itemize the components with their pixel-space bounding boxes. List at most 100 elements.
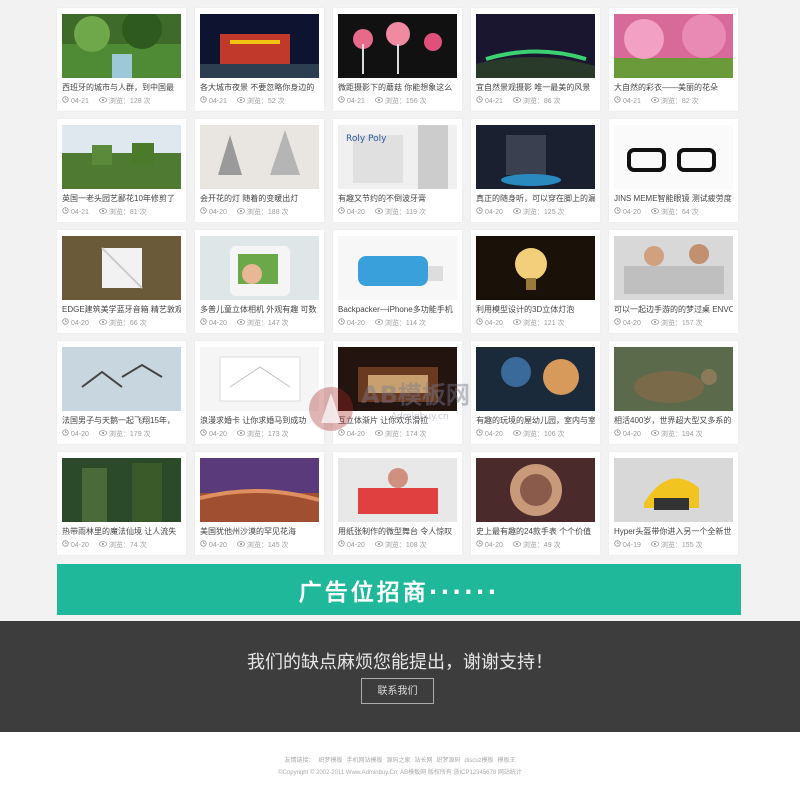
article-title[interactable]: 美国犹他州沙漠的罕见花海: [200, 527, 319, 537]
article-title[interactable]: EDGE建筑美学蓝牙音箱 精艺敦观: [62, 305, 181, 315]
article-card[interactable]: 法国男子与天鹅一起飞翔15年， 04-20 浏览：179 次: [57, 341, 186, 444]
article-title[interactable]: 互立体渐片 让你欢乐滑拉: [338, 416, 457, 426]
article-card[interactable]: 会开花的灯 随着的变暖出灯 04-20 浏览：188 次: [195, 119, 324, 222]
article-thumbnail[interactable]: [200, 458, 319, 522]
article-thumbnail[interactable]: [62, 458, 181, 522]
article-card[interactable]: 热带雨林里的魔法仙境 让人流失 04-20 浏览：74 次: [57, 452, 186, 555]
article-card[interactable]: 相活400岁，世界超大型又多系的 04-20 浏览：194 次: [609, 341, 738, 444]
article-card[interactable]: 大自然的彩衣——美丽的花朵 04-21 浏览：82 次: [609, 8, 738, 111]
article-thumbnail[interactable]: [614, 14, 733, 78]
friend-link[interactable]: 模板王: [498, 758, 516, 764]
article-card[interactable]: 英国一老头园艺鄙花10年修剪了 04-21 浏览：81 次: [57, 119, 186, 222]
article-thumbnail[interactable]: [614, 125, 733, 189]
eye-icon: [374, 97, 383, 106]
article-thumbnail[interactable]: [200, 236, 319, 300]
article-title[interactable]: 浪漫求婚卡 让你求婚马到成功: [200, 416, 319, 426]
article-title[interactable]: 西班牙的城市与人群，到中国最: [62, 83, 181, 93]
article-meta: 04-20 浏览：64 次: [614, 207, 734, 217]
article-title[interactable]: 用纸张制作的微型舞台 令人惊叹: [338, 527, 457, 537]
article-card[interactable]: 互立体渐片 让你欢乐滑拉 04-20 浏览：174 次: [333, 341, 462, 444]
article-card[interactable]: 宜自然景观摄影 唯一最美的风景 04-21 浏览：86 次: [471, 8, 600, 111]
article-card[interactable]: 浪漫求婚卡 让你求婚马到成功 04-20 浏览：173 次: [195, 341, 324, 444]
article-title[interactable]: 有趣的玩境的屋幼儿园，室内与室: [476, 416, 595, 426]
article-card[interactable]: 史上最有趣的24款手表 个个价值 04-20 浏览：49 次: [471, 452, 600, 555]
article-card[interactable]: EDGE建筑美学蓝牙音箱 精艺敦观 04-20 浏览：66 次: [57, 230, 186, 333]
article-title[interactable]: Backpacker—iPhone多功能手机: [338, 305, 457, 315]
article-views: 浏览：125 次: [522, 209, 565, 216]
article-meta: 04-20 浏览：108 次: [338, 540, 458, 550]
friend-link[interactable]: discuz模板: [465, 758, 494, 764]
article-card[interactable]: 用纸张制作的微型舞台 令人惊叹 04-20 浏览：108 次: [333, 452, 462, 555]
article-title[interactable]: 宜自然景观摄影 唯一最美的风景: [476, 83, 595, 93]
article-thumbnail[interactable]: [62, 236, 181, 300]
friend-link[interactable]: 源码之家: [386, 758, 410, 764]
article-card[interactable]: 各大城市夜景 不要忽略你身边的 04-21 浏览：52 次: [195, 8, 324, 111]
article-card[interactable]: 真正的随身听，可以穿在脚上的漏 04-20 浏览：125 次: [471, 119, 600, 222]
article-views: 浏览：119 次: [384, 209, 427, 216]
clock-icon: [200, 96, 207, 106]
friend-link[interactable]: 织梦模板: [318, 758, 342, 764]
friend-link[interactable]: 手机网站模板: [346, 758, 382, 764]
article-thumbnail[interactable]: [338, 347, 457, 411]
article-thumbnail[interactable]: [476, 236, 595, 300]
article-thumbnail[interactable]: [62, 125, 181, 189]
article-title[interactable]: 可以一起边手游的的梦过桌 ENVO: [614, 305, 733, 315]
eye-icon: [512, 430, 521, 439]
article-thumbnail[interactable]: [614, 347, 733, 411]
contact-us-button[interactable]: 联系我们: [361, 678, 434, 704]
article-title[interactable]: JINS MEME智能眼镜 测试疲劳度: [614, 194, 733, 204]
article-title[interactable]: 相活400岁，世界超大型又多系的: [614, 416, 733, 426]
article-title[interactable]: 微距摄影下的蘑菇 你能想象这么: [338, 83, 457, 93]
article-title[interactable]: 史上最有趣的24款手表 个个价值: [476, 527, 595, 537]
svg-text:Roly Poly: Roly Poly: [346, 134, 387, 144]
friend-link[interactable]: 织梦源码: [437, 758, 461, 764]
article-title[interactable]: 各大城市夜景 不要忽略你身边的: [200, 83, 319, 93]
article-card[interactable]: 有趣的玩境的屋幼儿园，室内与室 04-20 浏览：106 次: [471, 341, 600, 444]
article-card[interactable]: 利用模型设计的3D立体灯泡 04-20 浏览：121 次: [471, 230, 600, 333]
article-title[interactable]: 有趣又节约的不倒波牙膏: [338, 194, 457, 204]
eye-icon: [98, 430, 107, 439]
article-views: 浏览：82 次: [660, 98, 699, 105]
article-thumbnail[interactable]: [338, 236, 457, 300]
footer-feedback: 我们的缺点麻烦您能提出，谢谢支持！ 联系我们: [0, 621, 800, 732]
article-thumbnail[interactable]: [338, 14, 457, 78]
friend-link[interactable]: 站长网: [415, 758, 433, 764]
article-meta: 04-20 浏览：119 次: [338, 207, 458, 217]
article-thumbnail[interactable]: [476, 347, 595, 411]
article-card[interactable]: 多普儿童立体相机 外观有趣 可数 04-20 浏览：147 次: [195, 230, 324, 333]
article-thumbnail[interactable]: [200, 347, 319, 411]
article-title[interactable]: 英国一老头园艺鄙花10年修剪了: [62, 194, 181, 204]
article-title[interactable]: 会开花的灯 随着的变暖出灯: [200, 194, 319, 204]
article-views: 浏览：156 次: [384, 98, 427, 105]
article-title[interactable]: 利用模型设计的3D立体灯泡: [476, 305, 595, 315]
article-card[interactable]: 微距摄影下的蘑菇 你能想象这么 04-21 浏览：156 次: [333, 8, 462, 111]
article-thumbnail[interactable]: [200, 125, 319, 189]
article-title[interactable]: 大自然的彩衣——美丽的花朵: [614, 83, 733, 93]
article-thumbnail[interactable]: [62, 14, 181, 78]
clock-icon: [614, 96, 621, 106]
article-date: 04-21: [623, 98, 641, 105]
article-title[interactable]: Hyper头盔带你进入另一个全新世: [614, 527, 733, 537]
article-thumbnail[interactable]: Roly Poly: [338, 125, 457, 189]
article-card[interactable]: Roly Poly 有趣又节约的不倒波牙膏 04-20 浏览：119 次: [333, 119, 462, 222]
article-thumbnail[interactable]: [338, 458, 457, 522]
article-title[interactable]: 法国男子与天鹅一起飞翔15年，: [62, 416, 181, 426]
article-card[interactable]: 美国犹他州沙漠的罕见花海 04-20 浏览：145 次: [195, 452, 324, 555]
article-card[interactable]: JINS MEME智能眼镜 测试疲劳度 04-20 浏览：64 次: [609, 119, 738, 222]
article-thumbnail[interactable]: [476, 14, 595, 78]
article-meta: 04-20 浏览：49 次: [476, 540, 596, 550]
article-thumbnail[interactable]: [614, 236, 733, 300]
article-card[interactable]: Hyper头盔带你进入另一个全新世 04-19 浏览：155 次: [609, 452, 738, 555]
article-card[interactable]: 西班牙的城市与人群，到中国最 04-21 浏览：128 次: [57, 8, 186, 111]
article-thumbnail[interactable]: [614, 458, 733, 522]
article-title[interactable]: 热带雨林里的魔法仙境 让人流失: [62, 527, 181, 537]
article-title[interactable]: 真正的随身听，可以穿在脚上的漏: [476, 194, 595, 204]
article-title[interactable]: 多普儿童立体相机 外观有趣 可数: [200, 305, 319, 315]
article-thumbnail[interactable]: [476, 458, 595, 522]
article-thumbnail[interactable]: [62, 347, 181, 411]
article-card[interactable]: 可以一起边手游的的梦过桌 ENVO 04-20 浏览：157 次: [609, 230, 738, 333]
article-thumbnail[interactable]: [476, 125, 595, 189]
ad-banner[interactable]: 广告位招商······: [57, 564, 741, 615]
article-thumbnail[interactable]: [200, 14, 319, 78]
article-card[interactable]: Backpacker—iPhone多功能手机 04-20 浏览：114 次: [333, 230, 462, 333]
